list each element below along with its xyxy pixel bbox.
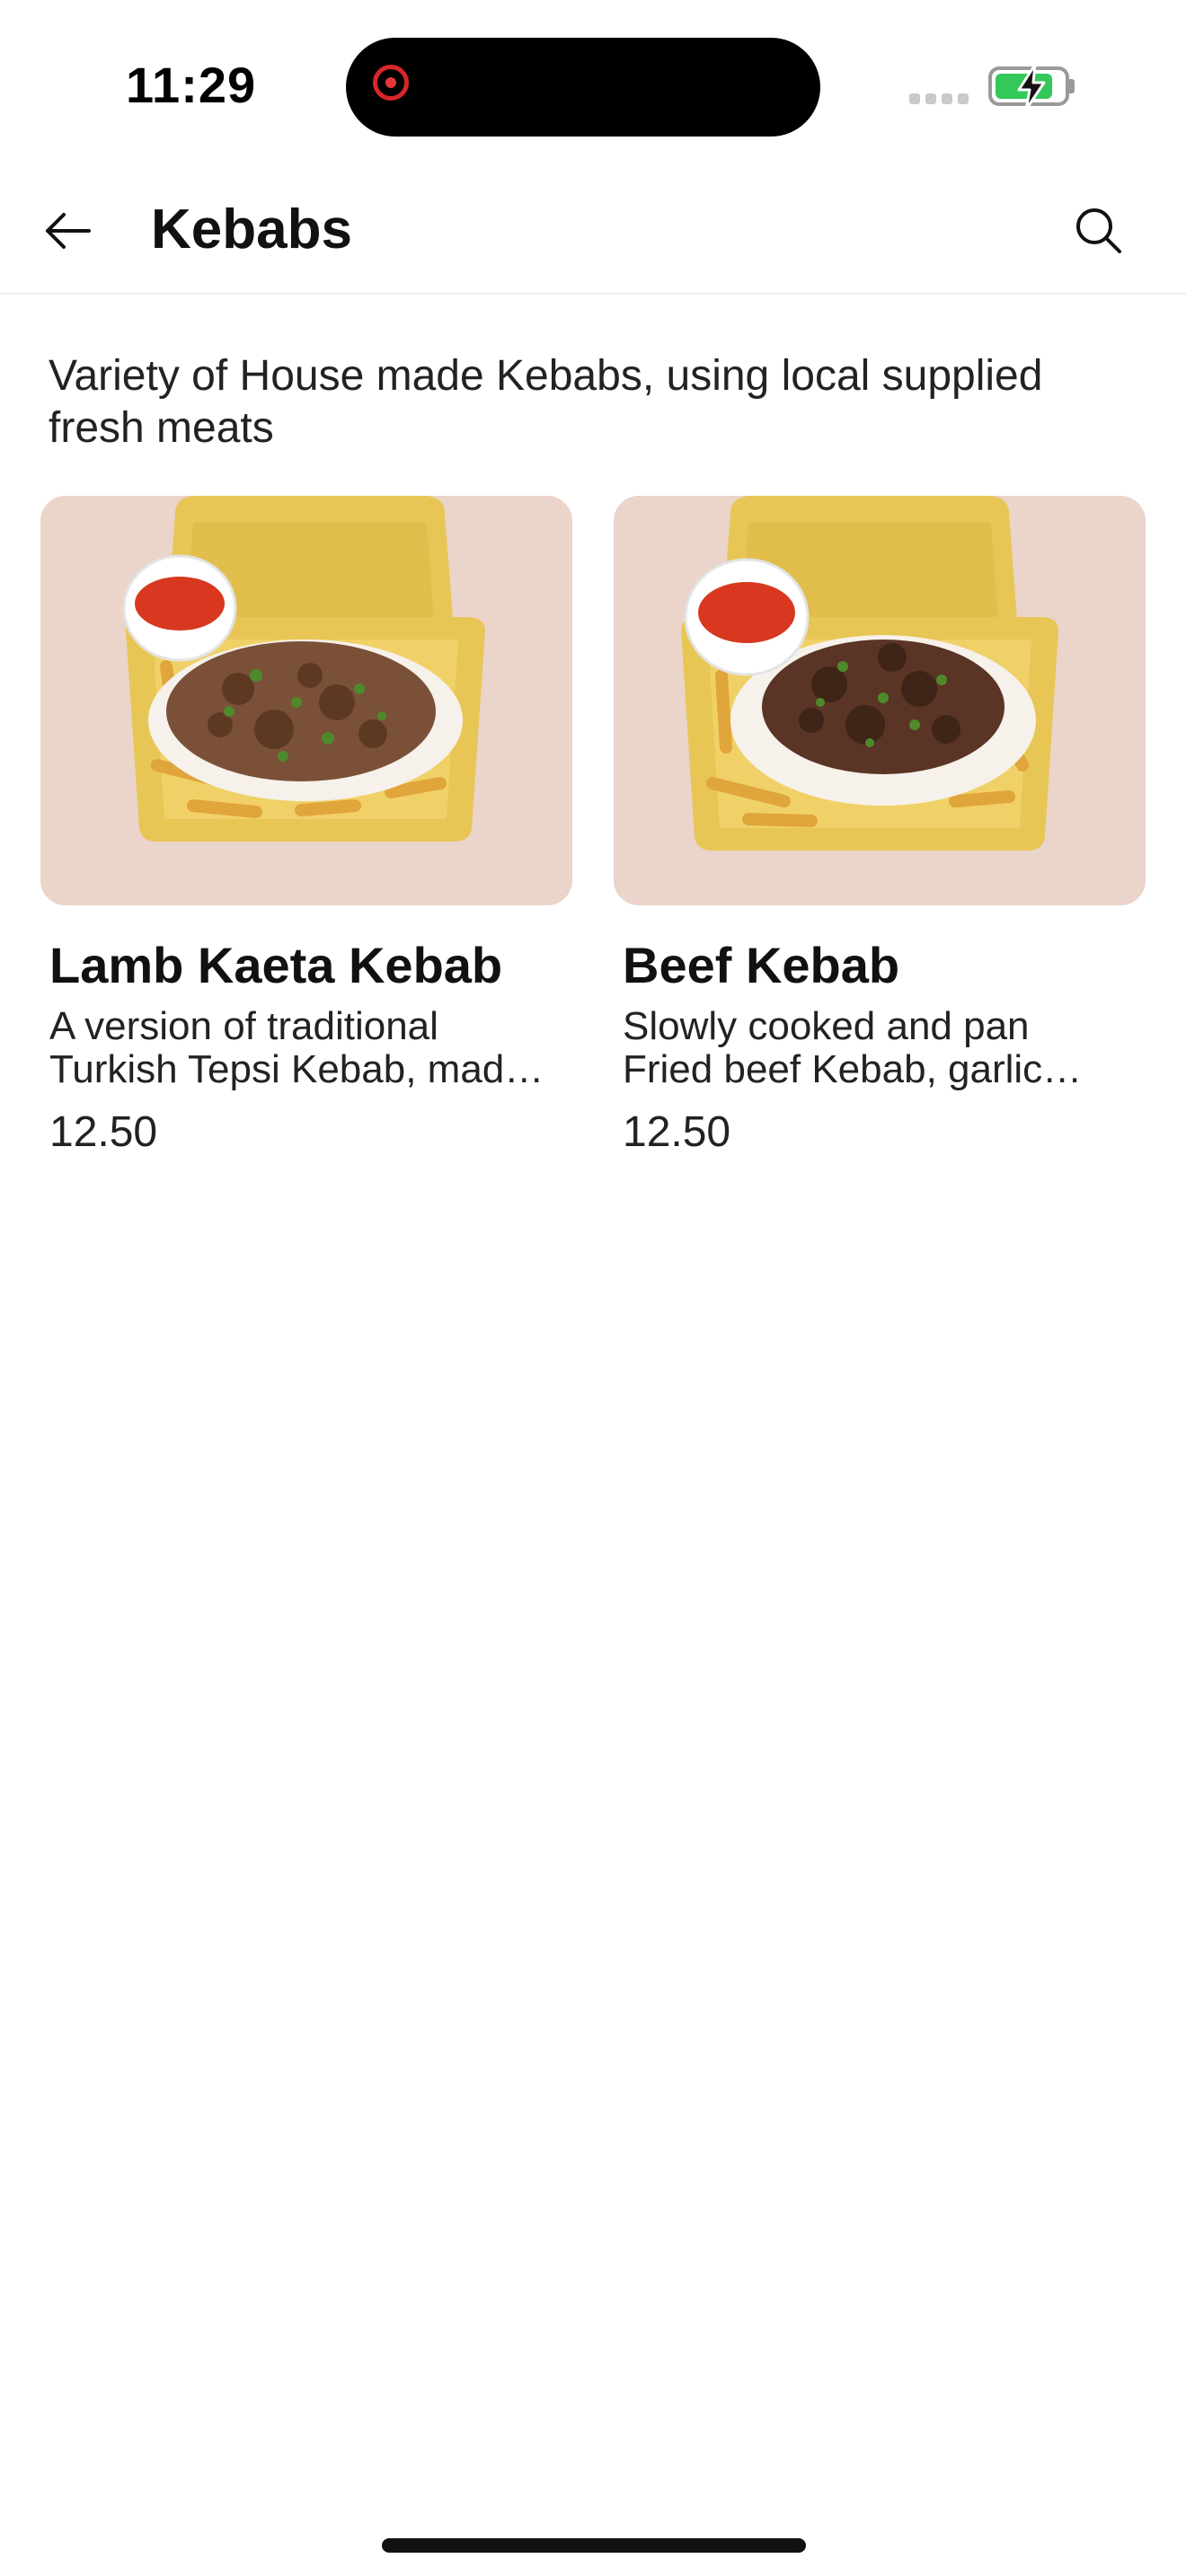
item-description: Slowly cooked and pan Fried beef Kebab, … [623, 1005, 1083, 1091]
item-photo [40, 496, 572, 905]
nav-header: Kebabs [0, 162, 1186, 295]
status-bar: 11:29 [0, 0, 1186, 162]
home-indicator[interactable] [382, 2538, 806, 2553]
item-name: Beef Kebab [623, 937, 900, 993]
menu-item-card[interactable]: Beef Kebab Slowly cooked and pan Fried b… [614, 496, 1146, 1157]
page-title: Kebabs [151, 198, 352, 260]
recording-icon [373, 65, 409, 101]
category-description: Variety of House made Kebabs, using loca… [49, 352, 1043, 452]
battery-nub [1069, 79, 1075, 93]
charging-bolt-icon [1017, 63, 1046, 111]
dynamic-island [346, 38, 820, 137]
item-price: 12.50 [49, 1108, 158, 1156]
item-description: A version of traditional Turkish Tepsi K… [49, 1005, 544, 1091]
cellular-signal-icon [909, 93, 969, 104]
status-time: 11:29 [126, 57, 257, 113]
back-button[interactable] [36, 199, 99, 262]
item-price: 12.50 [623, 1108, 731, 1156]
search-button[interactable] [1066, 198, 1130, 262]
menu-item-card[interactable]: Lamb Kaeta Kebab A version of traditiona… [40, 496, 572, 1157]
search-icon [1076, 208, 1121, 253]
item-name: Lamb Kaeta Kebab [49, 937, 503, 993]
arrow-left-icon [46, 213, 91, 249]
item-photo [614, 496, 1146, 905]
